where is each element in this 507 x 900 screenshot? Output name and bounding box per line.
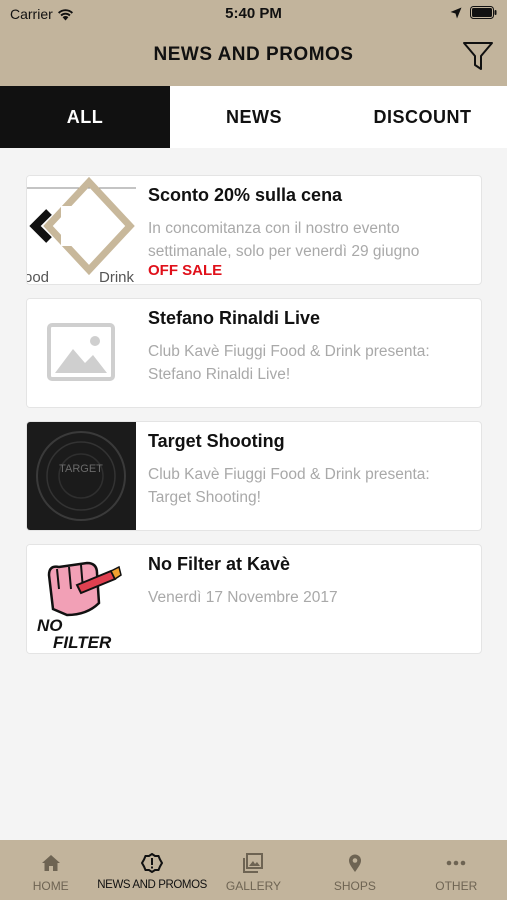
item-description: Club Kavè Fiuggi Food & Drink presenta: … — [148, 466, 430, 506]
home-icon — [41, 855, 60, 871]
tabbar-label: SHOPS — [333, 879, 376, 893]
item-title: No Filter at Kavè — [148, 554, 291, 574]
list-item[interactable]: TARGET Target Shooting Club Kavè Fiuggi … — [26, 421, 482, 531]
alert-icon — [141, 853, 164, 873]
page-title: NEWS AND PROMOS — [153, 44, 354, 65]
tab-discount[interactable]: DISCOUNT — [338, 86, 507, 148]
thumb-text-target: TARGET — [59, 463, 103, 475]
list-item[interactable]: Stefano Rinaldi Live Club Kavè Fiuggi Fo… — [26, 298, 482, 408]
status-right — [450, 6, 497, 19]
list-item[interactable]: NO FILTER No Filter at Kavè Venerdì 17 N… — [26, 544, 482, 654]
news-list: ood Drink Sconto 20% sulla cena In conco… — [26, 175, 482, 667]
tabbar-item-news-and-promos[interactable]: NEWS AND PROMOS — [97, 840, 207, 900]
tabbar-item-gallery[interactable]: GALLERY — [203, 840, 304, 900]
tabbar-label: HOME — [32, 879, 69, 893]
thumb-text-food: ood — [27, 269, 49, 284]
tabbar-label: OTHER — [435, 879, 478, 893]
image-placeholder-icon — [27, 299, 136, 407]
no-filter-thumbnail: NO FILTER — [27, 545, 136, 653]
battery-icon — [470, 6, 497, 19]
tabbar-item-home[interactable]: HOME — [0, 840, 101, 900]
more-icon — [446, 860, 466, 866]
thumb-text-filter: FILTER — [53, 633, 112, 652]
promo-logo-thumbnail: ood Drink — [27, 176, 136, 284]
thumb-text-drink: Drink — [99, 269, 135, 284]
tabbar-item-shops[interactable]: SHOPS — [304, 840, 405, 900]
item-description: Club Kavè Fiuggi Food & Drink presenta: … — [148, 343, 430, 383]
sale-badge: OFF SALE — [148, 262, 223, 279]
status-time: 5:40 PM — [225, 5, 282, 22]
item-description: In concomitanza con il nostro evento set… — [148, 220, 420, 260]
item-title: Sconto 20% sulla cena — [148, 185, 343, 205]
item-title: Stefano Rinaldi Live — [148, 308, 321, 328]
item-description: Venerdì 17 Novembre 2017 — [148, 589, 338, 606]
nav-bar: NEWS AND PROMOS — [0, 28, 507, 86]
tab-all[interactable]: ALL — [0, 86, 170, 148]
category-tabs: ALL NEWS DISCOUNT — [0, 86, 507, 148]
target-shooting-thumbnail: TARGET — [27, 422, 136, 530]
bottom-tab-bar: HOME NEWS AND PROMOS GALLERY SHOPS OTHER — [0, 840, 507, 900]
list-item[interactable]: ood Drink Sconto 20% sulla cena In conco… — [26, 175, 482, 285]
filter-icon[interactable] — [461, 39, 495, 73]
item-title: Target Shooting — [148, 431, 285, 451]
location-pin-icon — [348, 854, 361, 872]
tabbar-label: NEWS AND PROMOS — [97, 879, 207, 891]
tabbar-item-other[interactable]: OTHER — [406, 840, 507, 900]
tab-news[interactable]: NEWS — [170, 86, 338, 148]
gallery-icon — [243, 853, 264, 873]
status-bar: Carrier 5:40 PM — [0, 0, 507, 28]
tabbar-label: GALLERY — [225, 879, 282, 893]
location-arrow-icon — [450, 7, 462, 18]
